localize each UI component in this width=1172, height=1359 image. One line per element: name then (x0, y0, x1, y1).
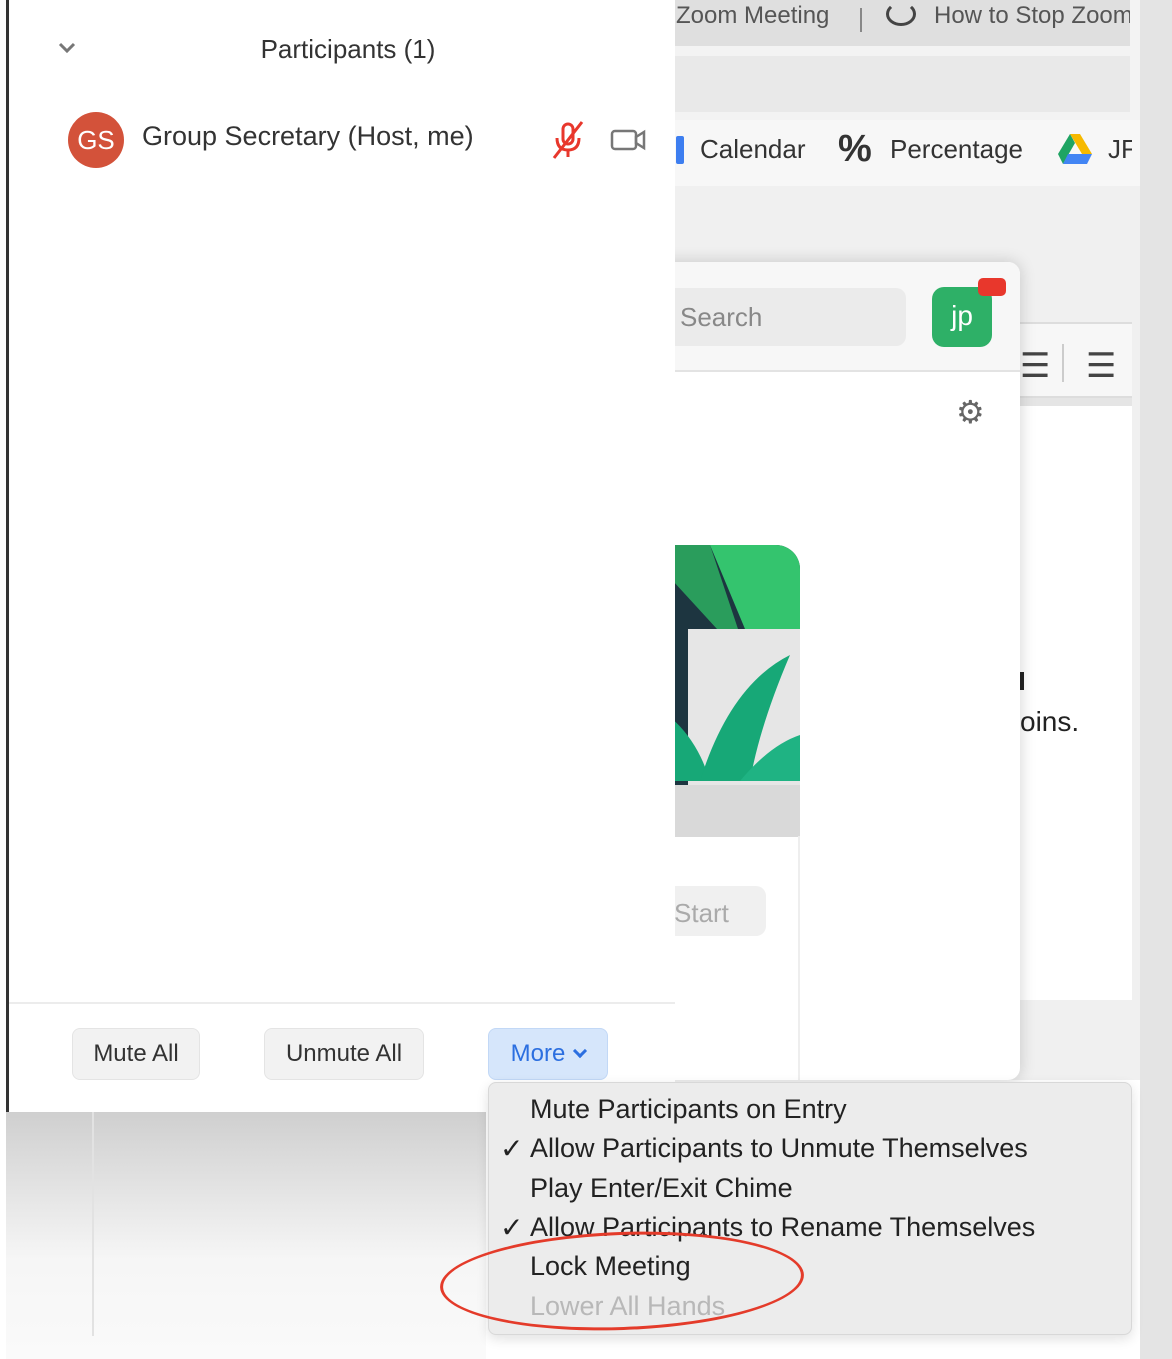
checkmark-icon: ✓ (500, 1212, 524, 1243)
search-placeholder: Search (680, 302, 763, 332)
document-page (1020, 400, 1132, 1000)
document-text: oins. (1020, 706, 1080, 737)
browser-tab-zoom-meeting[interactable]: Zoom Meeting (676, 2, 846, 30)
participants-panel (9, 0, 675, 1112)
toolbar-separator (1062, 344, 1064, 382)
video-status-icon (978, 278, 1006, 296)
menu-item-mute-on-entry[interactable]: Mute Participants on Entry (530, 1094, 847, 1125)
mute-all-button[interactable]: Mute All (72, 1028, 200, 1080)
gear-icon[interactable]: ⚙ (956, 396, 985, 428)
participant-name[interactable]: Group Secretary (Host, me) (142, 121, 474, 152)
video-camera-icon[interactable] (610, 128, 646, 152)
google-drive-icon (1058, 134, 1092, 164)
numbered-list-icon[interactable]: ☰ (1086, 346, 1116, 386)
more-button-label: More (510, 1040, 566, 1067)
window-edge (1140, 0, 1172, 1359)
bookmark-calendar[interactable]: Calendar (700, 134, 806, 165)
panel-shadow (6, 1112, 486, 1359)
start-button-label: Start (674, 898, 729, 928)
menu-item-allow-unmute[interactable]: Allow Participants to Unmute Themselves (530, 1133, 1028, 1164)
percentage-icon: % (838, 128, 872, 170)
bullet-list-icon[interactable]: ☰ (1020, 346, 1050, 386)
panel-title: Participants (1) (260, 34, 436, 64)
document-ruler (1020, 398, 1132, 406)
participant-avatar: GS (68, 112, 124, 168)
bookmark-jf[interactable]: JF (1108, 134, 1132, 165)
unmute-all-button[interactable]: Unmute All (264, 1028, 424, 1080)
tab-separator (860, 8, 862, 32)
chevron-down-icon (573, 1043, 588, 1059)
tab-favicon-icon (886, 2, 916, 26)
background-divider (92, 1112, 94, 1336)
more-button[interactable]: More (488, 1028, 608, 1080)
bookmark-percentage[interactable]: Percentage (890, 134, 1023, 165)
panel-footer-divider (9, 1002, 675, 1004)
browser-tab-how-to-stop-zoom[interactable]: How to Stop Zoom (934, 2, 1130, 30)
zoom-divider (798, 836, 800, 1080)
menu-item-play-chime[interactable]: Play Enter/Exit Chime (530, 1173, 793, 1204)
mic-muted-icon[interactable] (550, 120, 586, 160)
calendar-icon (676, 136, 684, 164)
checkmark-icon: ✓ (500, 1133, 524, 1164)
user-avatar[interactable]: jp (932, 287, 992, 347)
